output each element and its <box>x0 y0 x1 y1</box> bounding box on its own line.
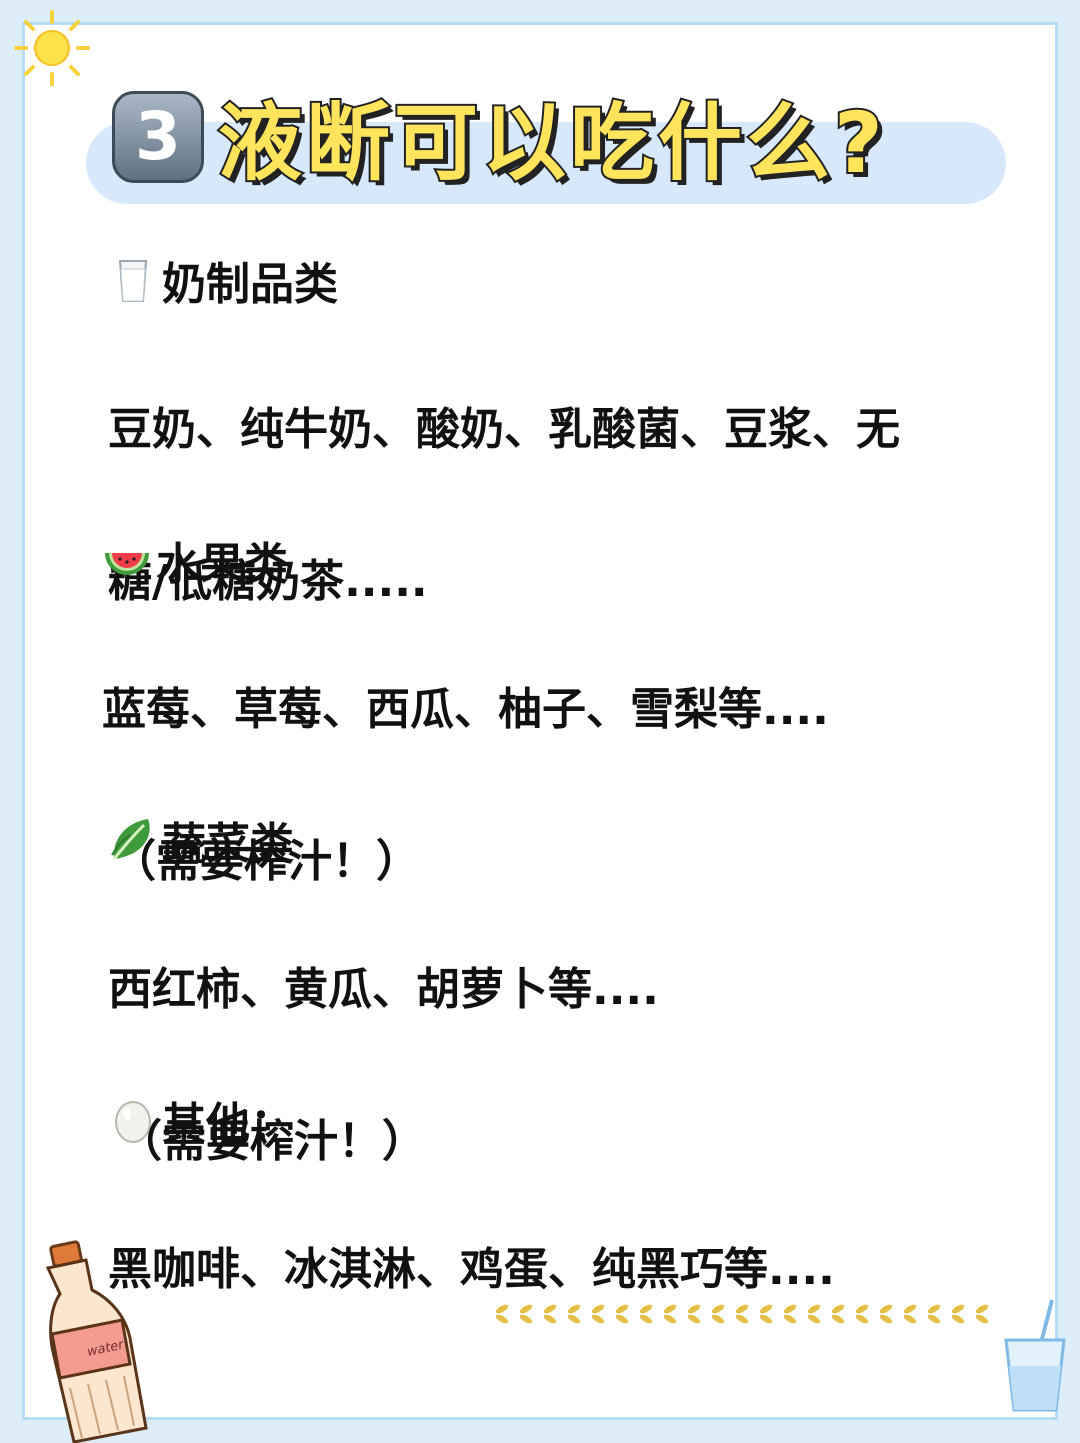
milk-glass-icon <box>118 260 148 302</box>
section-heading: 其他： <box>162 1099 294 1150</box>
section-line: 蓝莓、草莓、西瓜、柚子、雪梨等.... <box>102 684 829 735</box>
leafy-greens-icon <box>111 819 150 860</box>
section-line: 黑咖啡、冰淇淋、鸡蛋、纯黑巧等.... <box>108 1244 835 1295</box>
section-heading: 奶制品类 <box>162 259 338 310</box>
wheat-row-decoration <box>495 1302 990 1326</box>
drink-cup-icon <box>1004 1299 1066 1412</box>
section-heading: 蔬菜类 <box>162 819 294 870</box>
watermelon-icon <box>105 553 149 575</box>
section-other: 其他： 黑咖啡、冰淇淋、鸡蛋、纯黑巧等.... <box>108 1088 1008 1384</box>
number-badge: 3 <box>112 90 204 183</box>
section-line: 西红柿、黄瓜、胡萝卜等.... <box>108 964 659 1015</box>
sun-icon <box>14 10 90 86</box>
page-title: 3 液断可以吃什么? <box>112 76 887 197</box>
title-text: 液断可以吃什么? <box>216 92 887 194</box>
egg-icon <box>115 1101 151 1143</box>
water-bottle-icon: water <box>45 1240 148 1443</box>
section-line: 豆奶、纯牛奶、酸奶、乳酸菌、豆浆、无 <box>108 404 900 455</box>
section-heading: 水果类 <box>156 539 288 590</box>
